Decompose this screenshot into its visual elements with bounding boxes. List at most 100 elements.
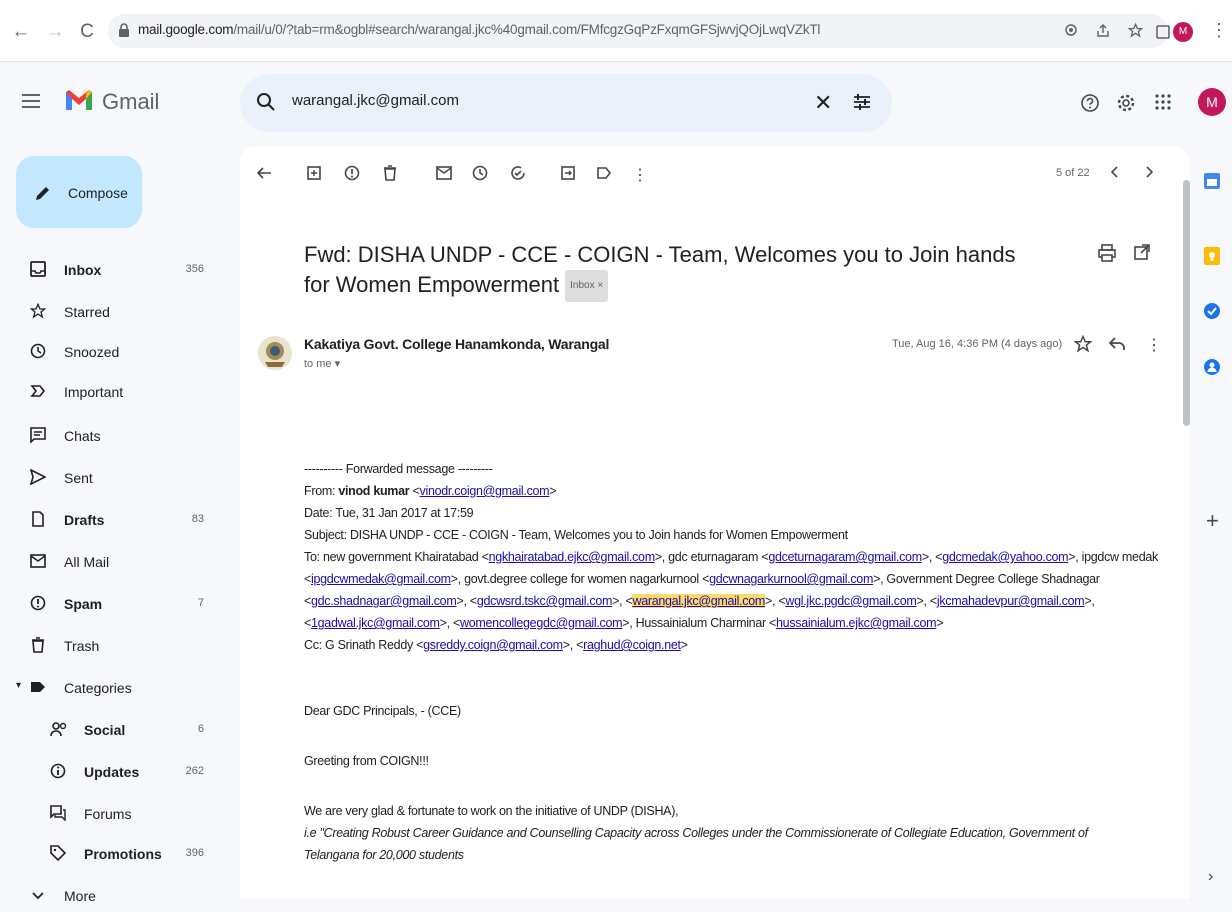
contacts-icon[interactable]	[1203, 358, 1223, 378]
sidebar-item-spam[interactable]: Spam 7	[30, 588, 230, 620]
forward-header: ---------- Forwarded message ---------	[304, 462, 493, 476]
sidebar-label: Updates	[84, 764, 140, 780]
open-in-new-window-icon[interactable]	[1134, 244, 1150, 260]
newer-chevron-icon[interactable]	[1108, 165, 1128, 185]
report-spam-icon[interactable]	[344, 165, 364, 185]
email-link[interactable]: hussainialum.ejkc@gmail.com	[776, 616, 937, 630]
expand-side-panel-icon[interactable]: ›	[1208, 868, 1213, 886]
email-link[interactable]: gdcmedak@yahoo.com	[942, 550, 1068, 564]
sidebar-label: Forums	[84, 806, 132, 822]
sidebar-item-sent[interactable]: Sent	[30, 462, 230, 494]
sidebar-count: 6	[197, 723, 204, 735]
bookmark-star-icon[interactable]	[1128, 23, 1144, 39]
older-chevron-icon[interactable]	[1142, 165, 1162, 185]
email-link[interactable]: jkcmahadevpur@gmail.com	[937, 594, 1085, 608]
email-link[interactable]: gsreddy.coign@gmail.com	[423, 638, 563, 652]
lock-icon[interactable]	[118, 23, 134, 39]
sidebar-item-chats[interactable]: Chats	[30, 420, 230, 452]
more-options-icon[interactable]: ⋮	[1146, 335, 1162, 355]
email-link[interactable]: wgl.jkc.pgdc@gmail.com	[785, 594, 916, 608]
main-menu-icon[interactable]	[22, 93, 46, 113]
forward-arrow-icon[interactable]: →	[44, 21, 66, 43]
text: >	[936, 616, 944, 630]
sidebar-item-inbox[interactable]: Inbox 356	[30, 254, 230, 286]
inbox-label-chip[interactable]: Inbox ×	[565, 270, 609, 303]
email-view: ⋮ 5 of 22 Fwd: DISHA UNDP - CCE - COIGN …	[240, 146, 1190, 899]
more-actions-icon[interactable]: ⋮	[630, 165, 650, 185]
sidebar-item-forums[interactable]: Forums	[50, 798, 230, 830]
browser-profile-avatar[interactable]: M	[1173, 22, 1193, 42]
search-bar[interactable]: warangal.jkc@gmail.com ✕	[240, 74, 892, 132]
sidebar-item-starred[interactable]: Starred	[30, 296, 230, 328]
mark-unread-icon[interactable]	[436, 165, 456, 185]
back-to-list-icon[interactable]	[256, 165, 276, 185]
expand-arrow-icon[interactable]: ▾	[16, 680, 21, 691]
text: >, <	[456, 594, 477, 608]
sidebar-item-all-mail[interactable]: All Mail	[30, 546, 230, 578]
gmail-logo-icon[interactable]	[64, 88, 96, 114]
sidebar-item-important[interactable]: Important	[30, 376, 230, 408]
account-avatar[interactable]: M	[1198, 88, 1226, 116]
sidebar-label: Categories	[64, 680, 132, 696]
address-bar[interactable]: mail.google.com/mail/u/0/?tab=rm&ogbl#se…	[108, 14, 1168, 48]
email-link[interactable]: ngkhairatabad.ejkc@gmail.com	[489, 550, 655, 564]
sidebar-label: Inbox	[64, 262, 102, 278]
calendar-icon[interactable]	[1203, 172, 1223, 192]
tab-search-icon[interactable]	[1152, 21, 1174, 43]
sender-name[interactable]: Kakatiya Govt. College Hanamkonda, Waran…	[304, 336, 609, 352]
delete-icon[interactable]	[382, 165, 402, 185]
settings-gear-icon[interactable]	[1116, 93, 1136, 113]
from-label: From:	[304, 484, 339, 498]
tasks-icon[interactable]	[1203, 302, 1223, 322]
share-icon[interactable]	[1096, 23, 1112, 39]
email-link[interactable]: ipgdcwmedak@gmail.com	[311, 572, 451, 586]
reload-icon[interactable]: C	[76, 21, 98, 43]
move-to-icon[interactable]	[560, 165, 580, 185]
recipient-details[interactable]: to me ▾	[304, 357, 340, 370]
sidebar-item-trash[interactable]: Trash	[30, 630, 230, 662]
scrollbar-thumb[interactable]	[1183, 180, 1190, 426]
search-options-icon[interactable]	[852, 92, 874, 114]
sidebar-count: 396	[185, 847, 204, 859]
email-link[interactable]: gdcwsrd.tskc@gmail.com	[477, 594, 613, 608]
star-icon	[30, 303, 48, 321]
sidebar-item-social[interactable]: Social 6	[50, 714, 230, 746]
email-link[interactable]: vinodr.coign@gmail.com	[420, 484, 550, 498]
apps-grid-icon[interactable]	[1154, 93, 1172, 111]
sidebar-label: Snoozed	[64, 344, 120, 360]
search-icon[interactable]	[256, 92, 276, 112]
browser-menu-icon[interactable]: ⋮	[1210, 20, 1228, 41]
compose-button[interactable]: Compose	[16, 156, 142, 228]
email-link[interactable]: gdc.shadnagar@gmail.com	[311, 594, 457, 608]
labels-icon[interactable]	[596, 165, 616, 185]
location-icon[interactable]	[1064, 23, 1080, 39]
add-addon-icon[interactable]: +	[1206, 508, 1219, 534]
sidebar-count: 356	[185, 263, 204, 275]
sidebar-item-promotions[interactable]: Promotions 396	[50, 838, 230, 870]
email-link[interactable]: womencollegegdc@gmail.com	[460, 616, 623, 630]
star-icon[interactable]	[1074, 335, 1092, 353]
add-task-icon[interactable]	[510, 165, 530, 185]
sidebar-item-more[interactable]: More	[30, 880, 230, 912]
sender-avatar[interactable]	[258, 336, 292, 370]
email-link[interactable]: raghud@coign.net	[583, 638, 681, 652]
sidebar-item-drafts[interactable]: Drafts 83	[30, 504, 230, 536]
print-icon[interactable]	[1098, 244, 1116, 262]
sidebar-item-categories[interactable]: ▾ Categories	[16, 672, 230, 704]
text: >, Government Degree College Shadnagar	[873, 572, 1100, 586]
reply-icon[interactable]	[1108, 336, 1126, 352]
snooze-icon[interactable]	[472, 165, 492, 185]
back-arrow-icon[interactable]: ←	[10, 21, 32, 43]
clear-search-icon[interactable]: ✕	[814, 90, 832, 116]
search-input[interactable]: warangal.jkc@gmail.com	[292, 92, 459, 109]
archive-icon[interactable]	[306, 165, 326, 185]
email-link[interactable]: gdceturnagaram@gmail.com	[768, 550, 922, 564]
keep-icon[interactable]	[1203, 246, 1223, 266]
help-icon[interactable]	[1080, 93, 1100, 113]
email-link[interactable]: gdcwnagarkurnool@gmail.com	[709, 572, 873, 586]
email-link[interactable]: 1gadwal.jkc@gmail.com	[311, 616, 440, 630]
highlighted-email-link[interactable]: warangal.jkc@gmail.com	[632, 594, 765, 608]
sidebar-item-updates[interactable]: Updates 262	[50, 756, 230, 788]
sidebar-item-snoozed[interactable]: Snoozed	[30, 336, 230, 368]
spam-icon	[30, 595, 48, 613]
